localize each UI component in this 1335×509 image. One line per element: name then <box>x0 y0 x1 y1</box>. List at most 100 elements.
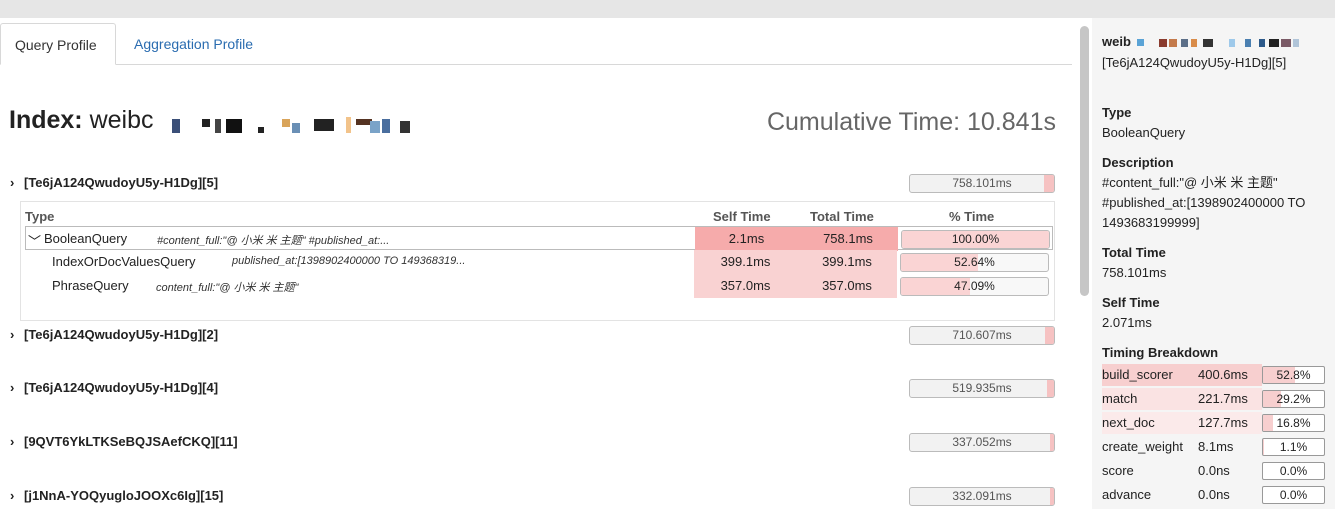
chevron-right-icon: › <box>10 327 15 342</box>
col-header-type: Type <box>25 209 55 224</box>
query-description: content_full:"@ 小米 米 主题" <box>156 282 299 294</box>
timing-value: 0.0ns <box>1198 487 1230 502</box>
shard-header[interactable]: › [Te6jA124QwudoyU5y-H1Dg][5] <box>10 175 218 190</box>
query-row[interactable]: PhraseQuery content_full:"@ 小米 米 主题" 357… <box>25 274 1053 298</box>
shard-id: [Te6jA124QwudoyU5y-H1Dg][5] <box>24 175 219 190</box>
timing-value: 221.7ms <box>1198 391 1248 406</box>
timing-row: build_scorer 400.6ms 52.8% <box>1102 364 1325 386</box>
tab-query-profile[interactable]: Query Profile <box>0 23 116 65</box>
timing-value: 0.0ns <box>1198 463 1230 478</box>
query-type: PhraseQuery <box>52 278 129 293</box>
timing-pct-bar: 0.0% <box>1262 462 1325 480</box>
shard-header[interactable]: › [j1NnA-YOQyugloJOOXc6Ig][15] <box>10 488 223 503</box>
sidebar-description-line: #published_at:[1398902400000 TO <box>1102 195 1306 210</box>
total-time-cell: 758.1ms <box>798 227 898 251</box>
sidebar-shard-id: [Te6jA124QwudoyU5y-H1Dg][5] <box>1102 55 1287 70</box>
query-type: BooleanQuery <box>44 231 128 246</box>
pct-time-bar: 100.00% <box>901 230 1050 249</box>
shard-time-fill <box>1043 175 1054 192</box>
pct-time-label: 100.00% <box>951 232 1000 246</box>
pct-time-bar: 52.64% <box>900 253 1049 272</box>
sidebar-timing-breakdown-label: Timing Breakdown <box>1102 345 1219 360</box>
shard-id: [Te6jA124QwudoyU5y-H1Dg][2] <box>24 327 219 342</box>
timing-name: create_weight <box>1102 439 1183 454</box>
timing-row: match 221.7ms 29.2% <box>1102 388 1325 410</box>
timing-row: advance 0.0ns 0.0% <box>1102 484 1325 506</box>
chevron-down-icon[interactable]: ﹀ <box>28 231 41 250</box>
timing-row: next_doc 127.7ms 16.8% <box>1102 412 1325 434</box>
timing-row: score 0.0ns 0.0% <box>1102 460 1325 482</box>
shard-time-bar: 710.607ms <box>909 326 1055 345</box>
index-title: Index: weibc <box>9 106 154 135</box>
shard-time-label: 710.607ms <box>952 328 1012 342</box>
self-time-cell: 399.1ms <box>694 250 797 274</box>
total-time-cell: 357.0ms <box>797 274 897 298</box>
shard-header[interactable]: › [Te6jA124QwudoyU5y-H1Dg][4] <box>10 380 218 395</box>
timing-pct-bar: 52.8% <box>1262 366 1325 384</box>
query-detail-sidebar: weib [Te6jA124QwudoyU5y-H1Dg][5] Type Bo… <box>1092 18 1335 509</box>
sidebar-total-time-label: Total Time <box>1102 245 1166 260</box>
timing-pct-label: 29.2% <box>1276 392 1311 406</box>
timing-row: create_weight 8.1ms 1.1% <box>1102 436 1325 458</box>
tab-aggregation-profile[interactable]: Aggregation Profile <box>120 23 267 65</box>
pct-time-bar: 47.09% <box>900 277 1049 296</box>
shard-time-bar: 337.052ms <box>909 433 1055 452</box>
timing-pct-bar: 1.1% <box>1262 438 1325 456</box>
timing-pct-fill <box>1263 439 1264 455</box>
shard-time-label: 758.101ms <box>952 176 1012 190</box>
timing-pct-fill <box>1263 415 1274 431</box>
query-type: IndexOrDocValuesQuery <box>52 254 196 269</box>
pct-time-label: 52.64% <box>954 255 995 269</box>
timing-pct-bar: 29.2% <box>1262 390 1325 408</box>
index-name: weibc <box>89 106 154 134</box>
sidebar-description-line: 1493683199999] <box>1102 215 1200 230</box>
shard-time-bar: 758.101ms <box>909 174 1055 193</box>
timing-value: 8.1ms <box>1198 439 1234 454</box>
shard-time-label: 332.091ms <box>952 489 1012 503</box>
sidebar-description-label: Description <box>1102 155 1174 170</box>
timing-pct-label: 52.8% <box>1276 368 1311 382</box>
chevron-right-icon: › <box>10 175 15 190</box>
col-header-total-time: Total Time <box>810 209 874 224</box>
timing-value: 127.7ms <box>1198 415 1248 430</box>
profile-tabs: Query Profile Aggregation Profile <box>0 23 1072 65</box>
redacted-index-name <box>170 117 420 135</box>
shard-time-label: 337.052ms <box>952 435 1012 449</box>
shard-header[interactable]: › [Te6jA124QwudoyU5y-H1Dg][2] <box>10 327 218 342</box>
timing-pct-label: 16.8% <box>1276 416 1311 430</box>
sidebar-description-line: #content_full:"@ 小米 米 主题" <box>1102 175 1278 190</box>
index-label: Index: <box>9 106 83 134</box>
timing-pct-label: 1.1% <box>1279 440 1308 454</box>
query-row[interactable]: IndexOrDocValuesQuery published_at:[1398… <box>25 250 1053 274</box>
query-description: published_at:[1398902400000 TO 149368319… <box>232 255 466 267</box>
query-breakdown-table: Type Self Time Total Time % Time ﹀ Boole… <box>20 201 1055 321</box>
timing-pct-bar: 0.0% <box>1262 486 1325 504</box>
shard-time-fill <box>1049 434 1054 451</box>
sidebar-index-title: weib <box>1102 34 1335 49</box>
timing-name: build_scorer <box>1102 367 1173 382</box>
sidebar-self-time-value: 2.071ms <box>1102 315 1152 330</box>
profile-main-panel: Query Profile Aggregation Profile Index:… <box>0 18 1078 509</box>
sidebar-type-value: BooleanQuery <box>1102 125 1186 140</box>
timing-pct-label: 0.0% <box>1279 464 1308 478</box>
redacted-index-name <box>1135 38 1335 48</box>
timing-name: match <box>1102 391 1138 406</box>
shard-header[interactable]: › [9QVT6YkLTKSeBQJSAefCKQ][11] <box>10 434 238 449</box>
total-time-cell: 399.1ms <box>797 250 897 274</box>
sidebar-index-name: weib <box>1102 34 1131 49</box>
shard-time-fill <box>1044 327 1054 344</box>
timing-name: next_doc <box>1102 415 1155 430</box>
self-time-cell: 357.0ms <box>694 274 797 298</box>
chevron-right-icon: › <box>10 488 15 503</box>
query-description: #content_full:"@ 小米 米 主题" #published_at:… <box>157 235 390 247</box>
shard-id: [9QVT6YkLTKSeBQJSAefCKQ][11] <box>24 434 238 449</box>
timing-pct-label: 0.0% <box>1279 488 1308 502</box>
cumulative-time: Cumulative Time: 10.841s <box>766 108 1056 136</box>
col-header-self-time: Self Time <box>713 209 771 224</box>
shard-id: [j1NnA-YOQyugloJOOXc6Ig][15] <box>24 488 224 503</box>
query-row[interactable]: ﹀ BooleanQuery #content_full:"@ 小米 米 主题"… <box>25 226 1053 251</box>
vertical-scrollbar[interactable] <box>1080 26 1089 296</box>
col-header-pct-time: % Time <box>949 209 995 224</box>
timing-pct-bar: 16.8% <box>1262 414 1325 432</box>
sidebar-type-label: Type <box>1102 105 1132 120</box>
